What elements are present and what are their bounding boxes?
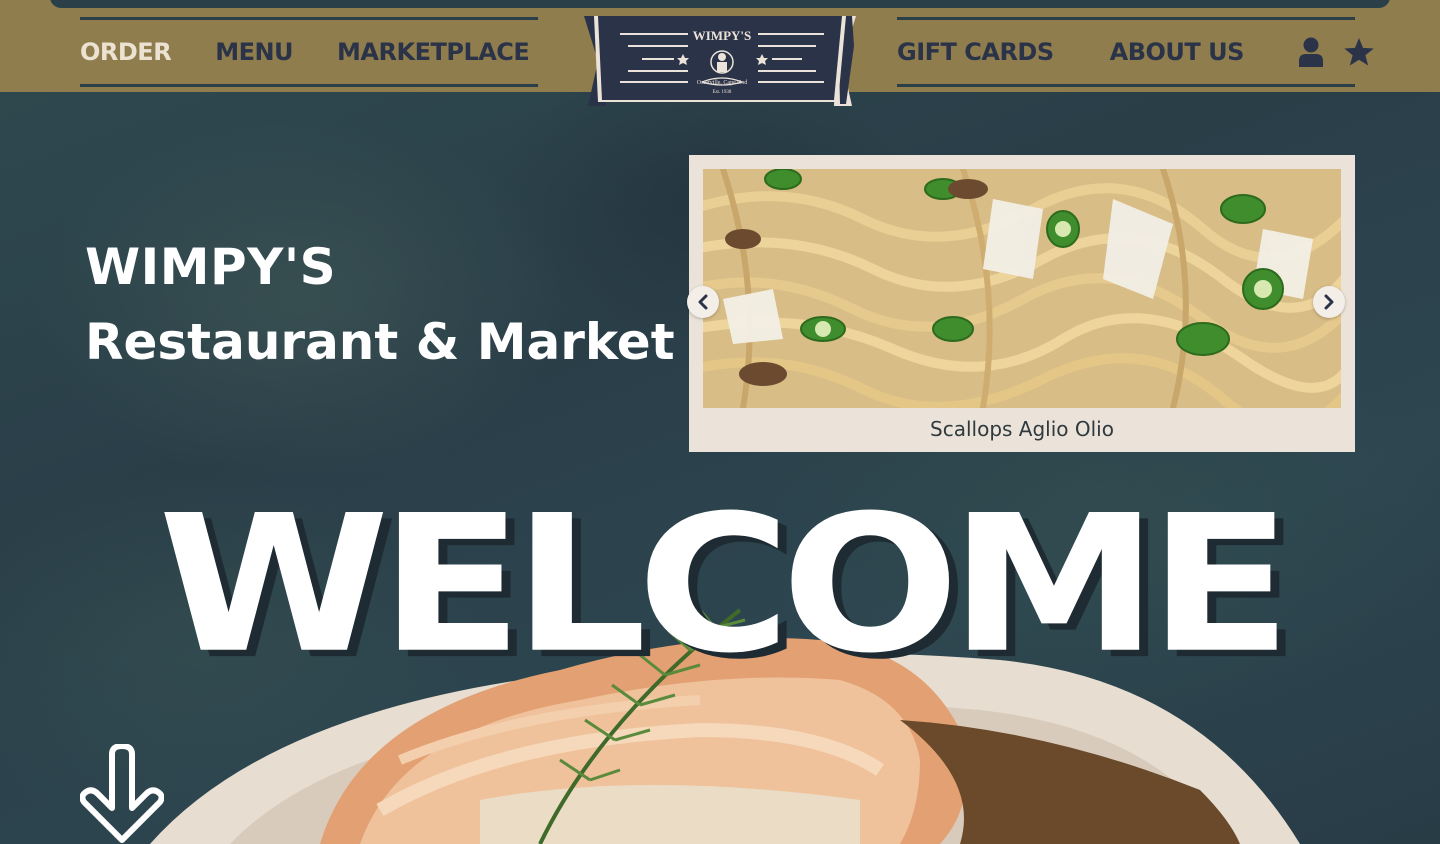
scroll-down-arrow-icon[interactable]: [79, 743, 165, 844]
welcome-heading: WELCOME: [158, 474, 1292, 695]
svg-text:Est. 1938: Est. 1938: [713, 90, 732, 95]
nav-menu[interactable]: MENU: [215, 38, 293, 66]
nav-gift-cards[interactable]: GIFT CARDS: [897, 38, 1054, 66]
site-logo[interactable]: WIMPY'S Osterville, Cape Cod Est. 1938: [584, 16, 856, 108]
carousel-prev-button[interactable]: [687, 286, 719, 318]
nav-order[interactable]: ORDER: [80, 38, 172, 66]
header-top-strip: [50, 0, 1390, 8]
star-icon[interactable]: [1344, 36, 1374, 68]
nav-icons: [1296, 36, 1374, 68]
site-header: ORDER MENU MARKETPLACE WIMPY'S Ostervill…: [0, 0, 1440, 106]
nav-right: GIFT CARDS ABOUT US: [897, 17, 1374, 87]
nav-marketplace[interactable]: MARKETPLACE: [337, 38, 530, 66]
carousel-caption: Scallops Aglio Olio: [930, 417, 1114, 441]
carousel-next-button[interactable]: [1313, 286, 1345, 318]
hero-subtitle: Restaurant & Market: [85, 313, 675, 371]
user-icon[interactable]: [1296, 36, 1326, 68]
chevron-left-icon: [698, 294, 708, 310]
food-carousel: Scallops Aglio Olio: [687, 155, 1355, 452]
chevron-right-icon: [1324, 294, 1334, 310]
carousel-slide-image: [703, 169, 1341, 408]
svg-text:WIMPY'S: WIMPY'S: [693, 28, 752, 43]
nav-about-us[interactable]: ABOUT US: [1110, 38, 1245, 66]
nav-left: ORDER MENU MARKETPLACE: [80, 17, 538, 87]
svg-text:Osterville, Cape Cod: Osterville, Cape Cod: [697, 80, 748, 86]
hero-title: WIMPY'S: [85, 238, 337, 296]
